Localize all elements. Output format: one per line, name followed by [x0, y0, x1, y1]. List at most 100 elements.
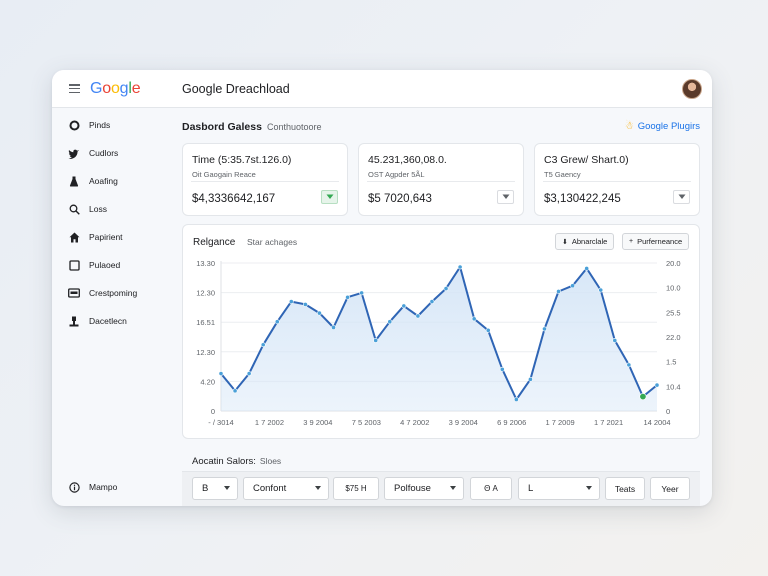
toolbar-select-b[interactable]: B: [192, 477, 238, 500]
data-point: [626, 362, 632, 368]
data-point: [542, 326, 547, 332]
person-icon: [68, 315, 80, 327]
toolbar-button-price[interactable]: $75 H: [333, 477, 379, 500]
avatar[interactable]: [682, 79, 702, 99]
sidebar: Pinds Cudlors Aoafing Loss Papirient Pul…: [52, 108, 172, 506]
menu-icon[interactable]: [69, 84, 80, 94]
data-point: [612, 338, 618, 343]
sidebar-item-crestpoming[interactable]: Crestpoming: [68, 284, 137, 302]
data-point: [443, 286, 449, 291]
toolbar-button-teats[interactable]: Teats: [605, 477, 645, 500]
y-tick-label: 0: [211, 407, 215, 416]
y-tick-label: 4.20: [200, 377, 215, 386]
purferneance-button[interactable]: + Purferneance: [622, 233, 690, 250]
data-point: [218, 371, 224, 376]
data-point: [528, 376, 533, 382]
sidebar-item-mampo[interactable]: Mampo: [68, 478, 117, 496]
toolbar-label: L: [528, 483, 534, 494]
data-point: [654, 382, 660, 388]
y-tick-label-right: 0: [666, 407, 670, 416]
card-title: Time (5:35.7st.126.0): [192, 154, 292, 166]
data-point: [570, 283, 576, 289]
data-point: [232, 388, 238, 394]
sidebar-item-aoafing[interactable]: Aoafing: [68, 172, 118, 190]
sidebar-item-cudlors[interactable]: Cudlors: [68, 144, 118, 162]
card-divider: [191, 181, 339, 182]
toolbar-select-confont[interactable]: Confont: [243, 477, 329, 500]
bird-icon: [68, 147, 80, 159]
data-point: [302, 302, 308, 307]
card-title: C3 Grew/ Shart.0): [544, 154, 629, 166]
circle-icon: [68, 119, 80, 131]
data-point: [373, 338, 379, 343]
download-icon: ⬇: [562, 238, 568, 246]
y-tick-label: 13.30: [196, 259, 215, 268]
chevron-down-icon: [326, 194, 333, 199]
chevron-down-icon: [678, 194, 685, 199]
x-tick-label: 1 7 2021: [594, 418, 623, 427]
sidebar-item-dacetlecn[interactable]: Dacetlecn: [68, 312, 127, 330]
x-tick-label: 3 9 2004: [449, 418, 478, 427]
card-subtitle: T5 Gaency: [544, 170, 581, 179]
x-tick-label: 1 7 2009: [546, 418, 575, 427]
search-icon: [68, 203, 80, 215]
abnarclale-button[interactable]: ⬇ Abnarclale: [555, 233, 615, 250]
section-subtitle: Sloes: [259, 456, 282, 466]
data-point: [274, 319, 280, 325]
card-dropdown[interactable]: [497, 190, 514, 204]
home-icon: [68, 231, 80, 243]
toolbar-button-format[interactable]: Θ A: [470, 477, 512, 500]
sidebar-item-pinds[interactable]: Pinds: [68, 116, 110, 134]
button-label: Purferneance: [637, 237, 683, 246]
x-tick-label: 7 5 2003: [352, 418, 381, 427]
google-plugins-link[interactable]: ☃ Google Plugirs: [625, 121, 700, 132]
y-tick-label-right: 10.0: [666, 284, 681, 293]
card-value: $3,130422,245: [544, 193, 621, 205]
x-tick-label: 3 9 2004: [303, 418, 332, 427]
data-point: [457, 264, 463, 270]
y-tick-label-right: 22.0: [666, 333, 681, 342]
data-point: [317, 310, 322, 316]
data-point: [331, 325, 336, 330]
top-bar: Google Google Dreachload: [52, 70, 712, 108]
app-title: Google Dreachload: [182, 82, 290, 96]
toolbar-label: Yeer: [661, 483, 679, 494]
y-tick-label-right: 20.0: [666, 259, 681, 268]
toolbar-select-polfouse[interactable]: Polfouse: [384, 477, 464, 500]
series-area: [221, 267, 657, 411]
logo-letter: e: [131, 80, 141, 97]
x-tick-label: 6 9 2006: [497, 418, 526, 427]
bottom-toolbar: B Confont $75 H Polfouse Θ A L Teats Yee…: [182, 471, 700, 506]
sidebar-item-loss[interactable]: Loss: [68, 200, 107, 218]
section-title: Aocatin Salors: Sloes: [192, 456, 281, 467]
toolbar-button-yeer[interactable]: Yeer: [650, 477, 690, 500]
flask-icon: [68, 175, 80, 187]
x-tick-label: 1 7 2002: [255, 418, 284, 427]
toolbar-label: $75 H: [345, 484, 367, 493]
toolbar-select-l[interactable]: L: [518, 477, 600, 500]
page-title: Dasbord Galess Conthuotoore: [182, 121, 322, 133]
sidebar-item-papirient[interactable]: Papirient: [68, 228, 123, 246]
app-window: Google Google Dreachload Pinds Cudlors A…: [52, 70, 712, 506]
card-dropdown[interactable]: [673, 190, 690, 204]
x-tick-label: 4 7 2002: [400, 418, 429, 427]
y-tick-label-right: 10.4: [666, 382, 681, 391]
stat-card: 45.231,360,08.0. OST Agpder 5ÃL $5 7020,…: [358, 143, 524, 216]
chart-panel: 13.30 12.30 16.51 12.30 4.20 0 20.0 10.0 25.5 22.…: [182, 224, 700, 439]
caret-down-icon: [450, 486, 456, 490]
y-tick-label: 16.51: [196, 318, 215, 327]
data-point: [345, 294, 350, 300]
line-chart: 13.30 12.30 16.51 12.30 4.20 0 20.0 10.0 25.5 22.…: [196, 259, 681, 427]
data-point: [429, 299, 435, 304]
sidebar-item-label: Papirient: [89, 232, 123, 242]
chart-title: Relgance: [193, 237, 236, 248]
card-dropdown[interactable]: [321, 190, 338, 204]
data-point: [260, 342, 266, 348]
square-icon: [68, 259, 80, 271]
google-logo[interactable]: Google: [90, 80, 141, 98]
x-tick-label: - / 3014: [208, 418, 233, 427]
card-divider: [367, 181, 515, 182]
plugins-label: Google Plugirs: [637, 121, 700, 132]
card-value: $4,3336642,167: [192, 193, 276, 205]
sidebar-item-pulaoed[interactable]: Pulaoed: [68, 256, 120, 274]
